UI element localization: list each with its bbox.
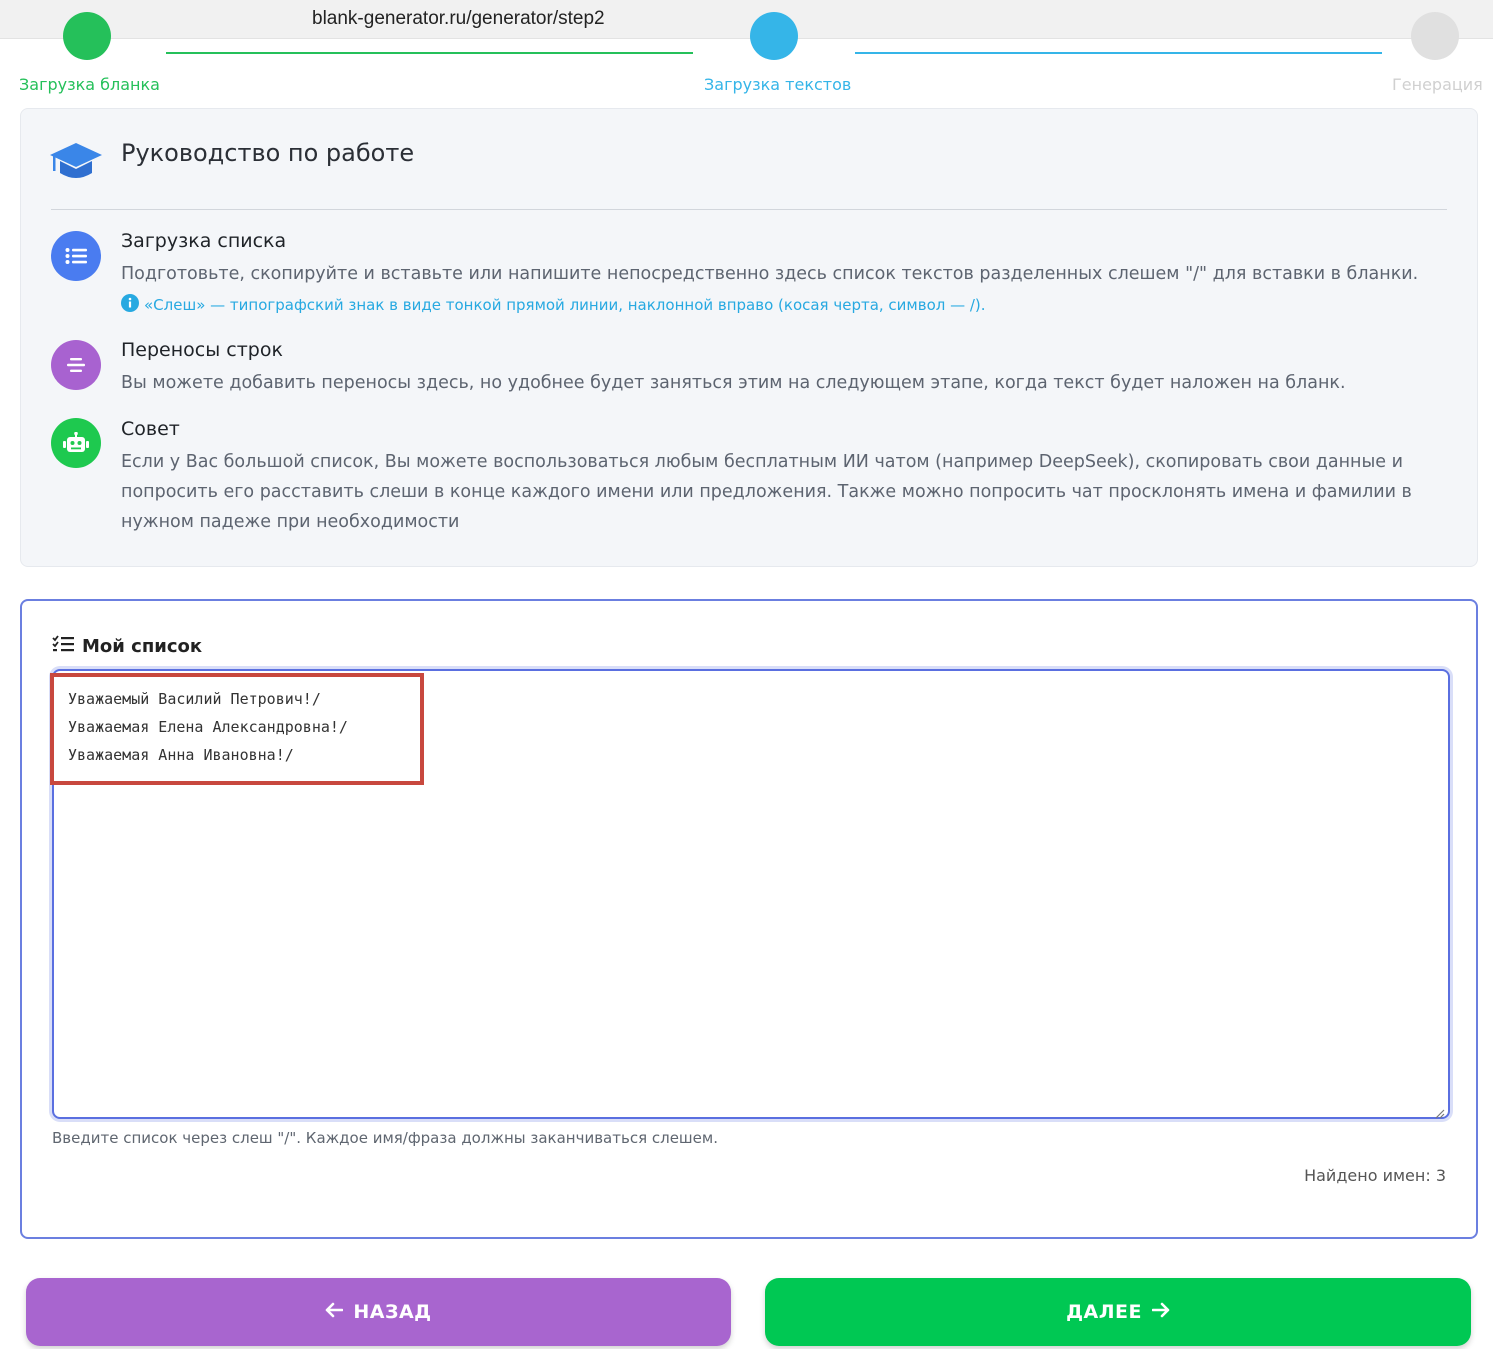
list-icon <box>51 231 101 281</box>
align-center-icon <box>51 340 101 390</box>
step-1-line <box>166 52 693 54</box>
checklist-icon <box>52 635 74 658</box>
step-2-circle <box>750 12 798 60</box>
guide-item-upload-note: «Слеш» — типографский знак в виде тонкой… <box>121 294 986 316</box>
back-button-label: НАЗАД <box>353 1301 432 1323</box>
browser-address-bar[interactable]: blank-generator.ru/generator/step2 <box>0 0 1493 39</box>
step-3-circle <box>1411 12 1459 60</box>
guide-item-upload-title: Загрузка списка <box>121 230 287 252</box>
guide-item-tip-text: Если у Вас большой список, Вы можете вос… <box>121 452 1412 532</box>
found-count: Найдено имен: 3 <box>1304 1166 1446 1185</box>
my-list-title: Мой список <box>82 636 203 657</box>
list-hint: Введите список через слеш "/". Каждое им… <box>52 1129 718 1147</box>
step-2-line <box>855 52 1382 54</box>
my-list-header: Мой список <box>52 635 202 658</box>
info-icon <box>121 294 139 316</box>
guide-title: Руководство по работе <box>121 139 415 167</box>
graduation-cap-icon <box>48 139 104 185</box>
robot-icon <box>51 418 101 468</box>
guide-item-tip-title: Совет <box>121 418 180 440</box>
next-button[interactable]: ДАЛЕЕ <box>765 1278 1471 1346</box>
progress-stepper: Загрузка бланка Загрузка текстов Генерац… <box>0 12 1493 100</box>
highlight-annotation <box>50 673 424 785</box>
back-button[interactable]: НАЗАД <box>26 1278 731 1346</box>
my-list-card: Мой список Уважаемый Василий Петрович!/У… <box>20 599 1478 1239</box>
url-text[interactable]: blank-generator.ru/generator/step2 <box>312 8 605 30</box>
guide-card: Руководство по работе Загрузка списка По… <box>20 108 1478 567</box>
step-3-label: Генерация <box>1392 75 1483 94</box>
resize-handle-icon[interactable] <box>1435 1104 1445 1119</box>
step-1-circle <box>63 12 111 60</box>
guide-item-linebreaks-title: Переносы строк <box>121 339 283 361</box>
guide-item-upload-text: Подготовьте, скопируйте и вставьте или н… <box>121 264 1419 284</box>
next-button-label: ДАЛЕЕ <box>1066 1301 1142 1323</box>
arrow-left-icon <box>325 1301 344 1323</box>
names-textarea[interactable]: Уважаемый Василий Петрович!/Уважаемая Ел… <box>50 669 1450 1119</box>
step-1-label[interactable]: Загрузка бланка <box>19 75 160 94</box>
arrow-right-icon <box>1151 1301 1170 1323</box>
guide-item-linebreaks-text: Вы можете добавить переносы здесь, но уд… <box>121 373 1346 393</box>
step-2-label[interactable]: Загрузка текстов <box>704 75 851 94</box>
slash-note-text: «Слеш» — типографский знак в виде тонкой… <box>144 296 986 314</box>
guide-divider <box>51 209 1447 210</box>
